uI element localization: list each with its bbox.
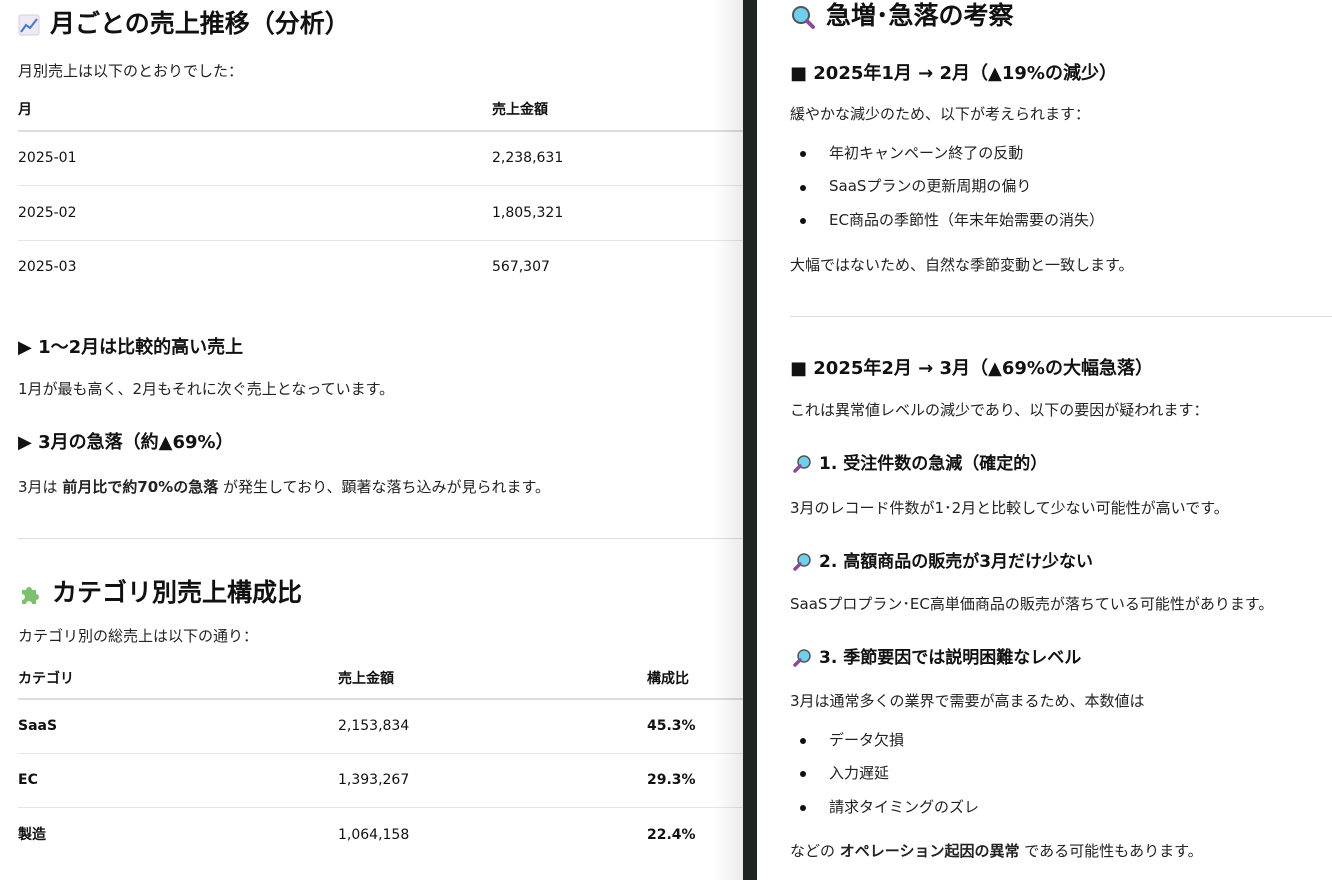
cell-ratio: 22.4% [647, 827, 696, 843]
factor-text: 3月のレコード件数が1･2月と比較して少ない可能性が高いです。 [790, 499, 1229, 517]
list-item: 年初キャンペーン終了の反動 [829, 144, 1024, 162]
list-item: SaaSプランの更新周期の偏り [829, 177, 1032, 195]
col-header-sales: 売上金額 [492, 102, 548, 118]
magnifier-icon [793, 455, 811, 473]
monthly-intro: 月別売上は以下のとおりでした： [18, 62, 244, 80]
sec2-heading: ■ 2025年2月 → 3月（▲69%の大幅急落） [790, 358, 1153, 379]
col-header-category: カテゴリ [18, 671, 74, 687]
outro-pre: などの [790, 842, 840, 860]
factor-heading-2: 2. 高額商品の販売が3月だけ少ない [793, 551, 1093, 573]
factor-text: SaaSプロプラン･EC高単価商品の販売が落ちている可能性があります。 [790, 595, 1274, 613]
cell-category: SaaS [18, 718, 58, 734]
cell-sales: 2,153,834 [338, 718, 410, 734]
cell-category: 製造 [18, 827, 46, 843]
sec1-heading: ■ 2025年1月 → 2月（▲19%の減少） [790, 63, 1117, 84]
factor-title: 3. 季節要因では説明困難なレベル [819, 648, 1082, 668]
cell-ratio: 45.3% [647, 718, 696, 734]
factor-title: 1. 受注件数の急減（確定的） [819, 454, 1048, 474]
panel-divider[interactable] [743, 0, 757, 880]
sec1-outro: 大幅ではないため、自然な季節変動と一致します。 [790, 256, 1134, 274]
col-header-ratio: 構成比 [647, 671, 689, 687]
factor-text: 3月は通常多くの業界で需要が高まるため、本数値は [790, 692, 1145, 710]
cell-sales: 567,307 [492, 259, 550, 275]
point2-heading: ▶ 3月の急落（約▲69%） [18, 432, 234, 453]
outro-bold: オペレーション起因の異常 [839, 842, 1020, 860]
point2-text: 3月は 前月比で約70%の急落 が発生しており、顕著な落ち込みが見られます。 [18, 478, 550, 498]
cell-month: 2025-02 [18, 205, 77, 221]
col-header-month: 月 [18, 102, 32, 118]
analysis-title: 急増･急落の考察 [826, 1, 1014, 30]
sec1-intro: 緩やかな減少のため、以下が考えられます： [790, 105, 1091, 123]
analysis-heading: 急増･急落の考察 [790, 0, 1014, 33]
cell-category: EC [18, 772, 38, 788]
chart-increasing-icon [18, 14, 40, 36]
col-header-sales: 売上金額 [338, 671, 394, 687]
point1-text: 1月が最も高く、2月もそれに次ぐ売上となっています。 [18, 380, 395, 398]
point1-heading: ▶ 1〜2月は比較的高い売上 [18, 337, 244, 358]
category-title: カテゴリ別売上構成比 [52, 578, 303, 607]
factor-heading-3: 3. 季節要因では説明困難なレベル [793, 647, 1081, 669]
cell-month: 2025-03 [18, 259, 77, 275]
list-item: 請求タイミングのズレ [829, 798, 980, 816]
right-panel: 急増･急落の考察 ■ 2025年1月 → 2月（▲19%の減少） 緩やかな減少の… [757, 0, 1332, 880]
magnifier-icon [793, 649, 811, 667]
point2-text-bold: 前月比で約70%の急落 [62, 478, 219, 496]
monthly-title: 月ごとの売上推移（分析） [50, 9, 350, 38]
cell-sales: 1,393,267 [338, 772, 410, 788]
point2-text-post: が発生しており、顕著な落ち込みが見られます。 [218, 478, 550, 496]
factor-heading-1: 1. 受注件数の急減（確定的） [793, 453, 1047, 475]
factor-title: 2. 高額商品の販売が3月だけ少ない [819, 552, 1094, 572]
outro-post: である可能性もあります。 [1019, 842, 1203, 860]
list-item: データ欠損 [829, 731, 905, 749]
magnifier-icon [793, 553, 811, 571]
cell-sales: 1,064,158 [338, 827, 410, 843]
cell-month: 2025-01 [18, 150, 77, 166]
sec2-outro: などの オペレーション起因の異常 である可能性もあります。 [790, 842, 1203, 862]
monthly-heading: 月ごとの売上推移（分析） [18, 8, 350, 41]
left-panel: 月ごとの売上推移（分析） 月別売上は以下のとおりでした： 月 売上金額 2025… [0, 0, 743, 880]
magnifying-glass-icon [792, 6, 815, 29]
cell-sales: 1,805,321 [492, 205, 564, 221]
list-item: EC商品の季節性（年末年始需要の消失） [829, 211, 1104, 229]
puzzle-piece-icon [22, 587, 39, 604]
cell-ratio: 29.3% [647, 772, 696, 788]
sec2-intro: これは異常値レベルの減少であり、以下の要因が疑われます： [790, 401, 1209, 419]
category-intro: カテゴリ別の総売上は以下の通り： [18, 627, 259, 645]
category-heading: カテゴリ別売上構成比 [18, 577, 302, 610]
list-item: 入力遅延 [829, 764, 890, 782]
point2-text-pre: 3月は [18, 478, 63, 496]
cell-sales: 2,238,631 [492, 150, 564, 166]
